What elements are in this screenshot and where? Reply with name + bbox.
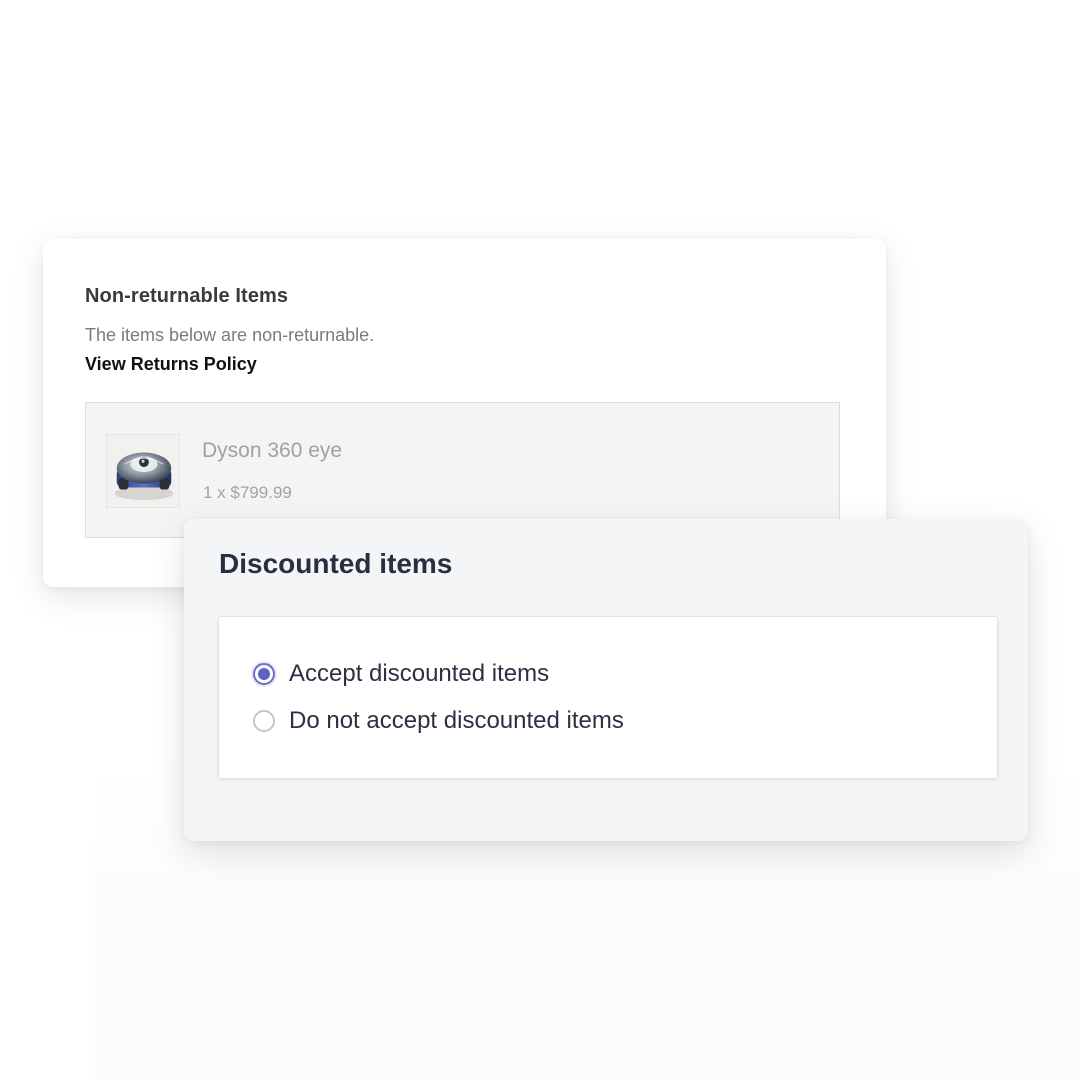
accept-discounted-label: Accept discounted items [289,660,550,687]
discounted-items-card: Discounted items Accept discounted items… [184,519,1028,841]
radio-unselected-icon[interactable] [253,710,275,732]
reject-discounted-option[interactable]: Do not accept discounted items [253,706,624,736]
product-item: Dyson 360 eye 1 x $799.99 [85,402,840,538]
product-name: Dyson 360 eye [202,439,343,462]
reject-discounted-label: Do not accept discounted items [289,707,624,734]
accept-discounted-option[interactable]: Accept discounted items [253,659,549,689]
nonreturnable-description: The items below are non-returnable. [85,325,375,345]
view-returns-policy-link[interactable]: View Returns Policy [85,354,257,375]
product-image [106,434,180,508]
robot-vacuum-icon [114,452,174,501]
product-quantity-price: 1 x $799.99 [203,483,292,502]
discounted-options-box: Accept discounted items Do not accept di… [218,616,998,779]
radio-selected-icon[interactable] [253,663,275,685]
discounted-items-title: Discounted items [219,548,453,579]
nonreturnable-title: Non-returnable Items [85,285,289,307]
